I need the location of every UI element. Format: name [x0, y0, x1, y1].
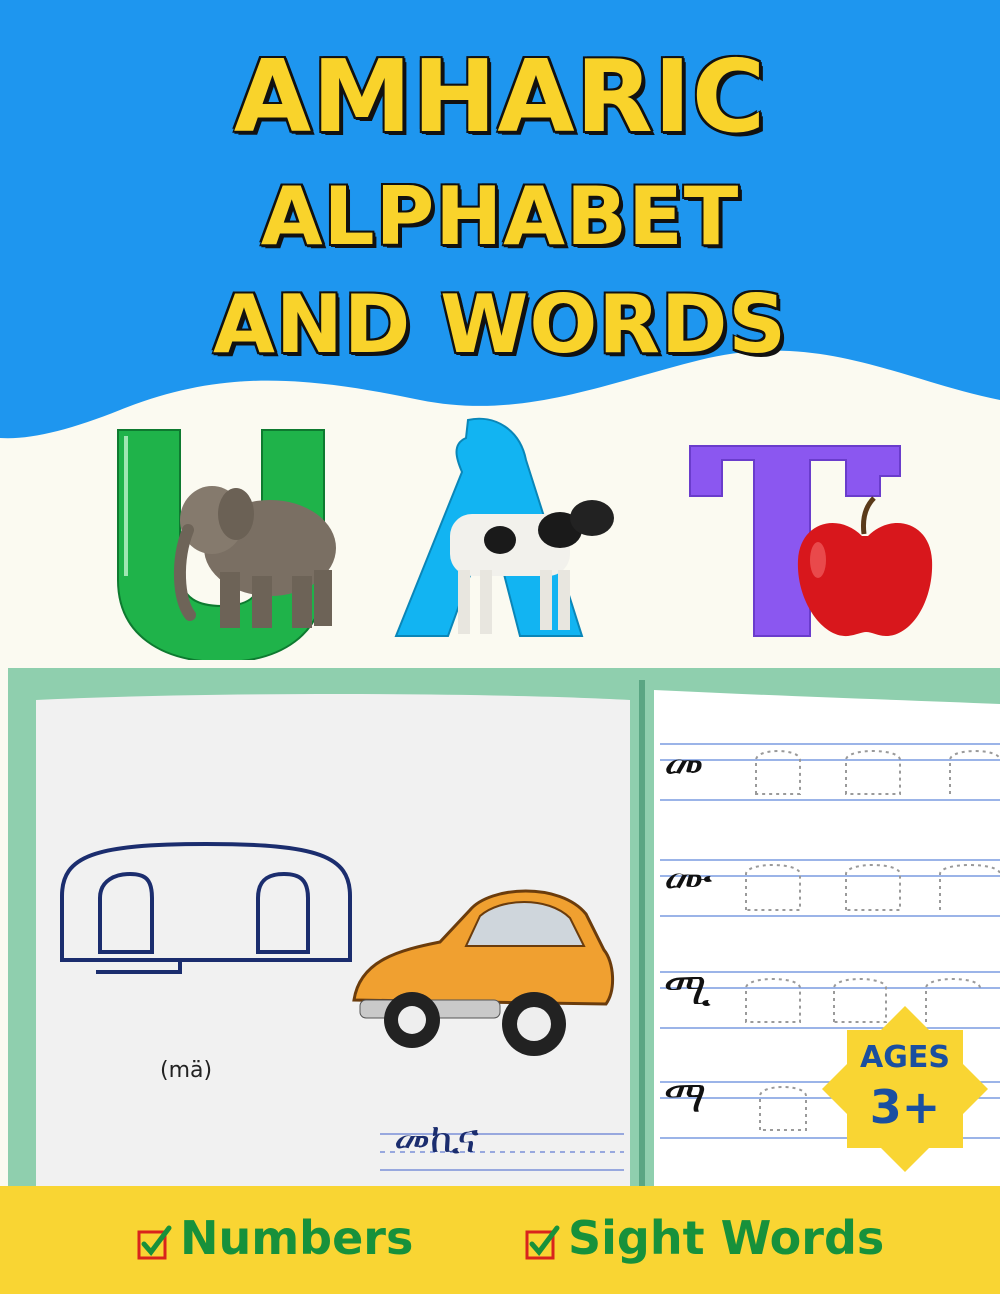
title-line-3: AND WORDS	[213, 278, 787, 371]
feature-sight-words: Sight Words	[524, 1208, 884, 1268]
feature-numbers-label: Numbers	[180, 1211, 414, 1265]
check-icon	[525, 1225, 560, 1259]
example-word: መኪና	[394, 1116, 479, 1162]
ages-label: AGES	[860, 1040, 950, 1075]
practice-letter-4: ማ	[664, 1072, 707, 1123]
title-line-1: AMHARIC	[233, 38, 767, 155]
feature-numbers: Numbers	[136, 1208, 413, 1268]
pronunciation-label: (mä)	[160, 1058, 213, 1083]
title-line-2: ALPHABET	[260, 170, 740, 263]
practice-letter-2: ሙ	[664, 852, 713, 903]
apple-icon	[797, 496, 933, 637]
check-icon	[137, 1225, 172, 1259]
practice-letter-1: መ	[664, 738, 704, 789]
feature-sight-words-label: Sight Words	[568, 1211, 885, 1265]
ages-value: 3+	[869, 1080, 941, 1134]
practice-letter-3: ሚ	[664, 964, 711, 1015]
letters-row	[117, 417, 933, 660]
